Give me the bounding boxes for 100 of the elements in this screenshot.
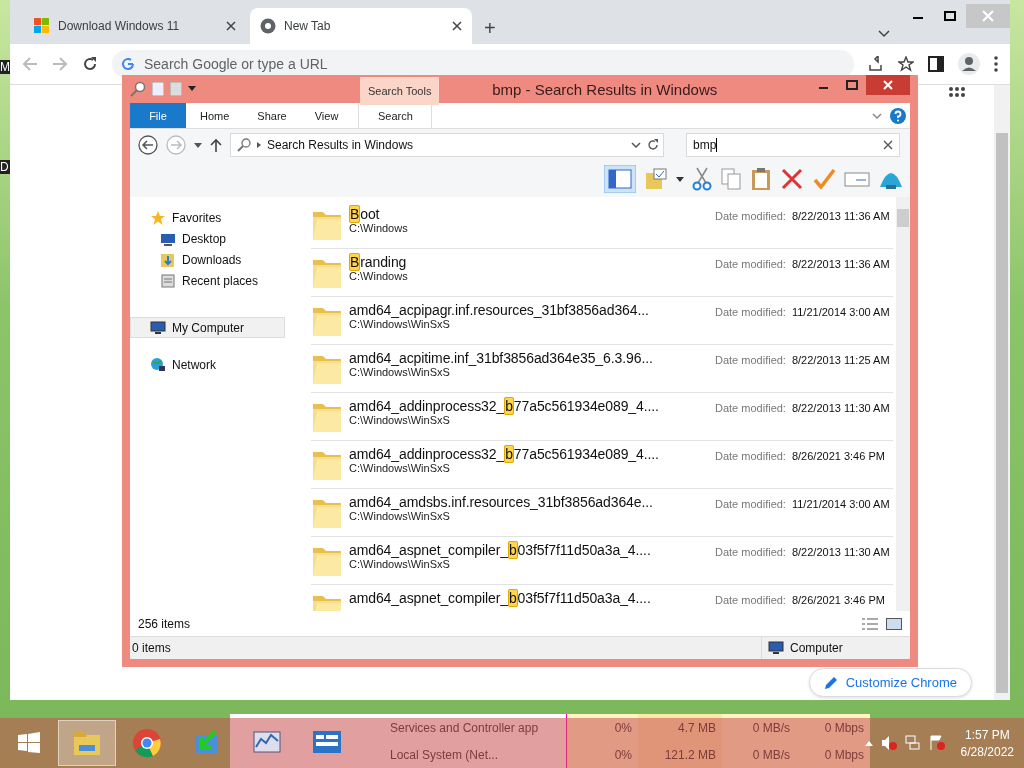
browser-tab[interactable]: Download Windows 11 xyxy=(24,8,246,44)
file-path: C:\Windows\WinSxS xyxy=(349,414,451,427)
dropdown-icon[interactable] xyxy=(631,142,641,148)
ribbon-tab[interactable]: Share xyxy=(243,103,301,128)
file-path: C:\Windows\WinSxS xyxy=(349,366,451,379)
tab-title: New Tab xyxy=(284,19,332,33)
navigation-item[interactable]: Recent places xyxy=(130,270,285,291)
volume-muted-icon[interactable] xyxy=(880,735,897,751)
item-count: 256 items xyxy=(138,617,191,631)
browser-tab[interactable]: New Tab xyxy=(250,8,472,44)
date-modified-label: Date modified: xyxy=(715,306,786,318)
file-name: Branding xyxy=(349,254,408,270)
cpu-cell: 0% xyxy=(566,741,638,768)
network-cell: 0 Mbps xyxy=(796,741,870,768)
file-path: C:\Windows xyxy=(349,270,409,283)
file-row[interactable]: amd64_acpipagr.inf.resources_31bf3856ad364... C:\Windows\WinSxS Date modified: 11/21/2014 3:00 AM xyxy=(311,297,893,345)
network-icon[interactable] xyxy=(904,735,921,751)
customize-chrome-button[interactable]: Customize Chrome xyxy=(808,668,972,697)
date-modified-value: 8/22/2013 11:25 AM xyxy=(791,354,890,366)
close-icon[interactable] xyxy=(452,21,462,31)
magnifier-icon xyxy=(237,138,251,152)
navigation-item[interactable]: Network xyxy=(130,354,285,375)
recent-locations-icon[interactable] xyxy=(194,142,202,148)
reload-icon[interactable] xyxy=(82,56,98,72)
contextual-ribbon-tab[interactable]: Search xyxy=(358,103,433,128)
file-row[interactable]: Branding C:\Windows Date modified: 8/22/2013 11:36 AM xyxy=(311,249,893,297)
scissors-icon[interactable] xyxy=(692,167,712,191)
new-tab-button[interactable]: + xyxy=(476,12,504,44)
file-name: Boot xyxy=(349,206,381,222)
folder-check-icon[interactable] xyxy=(644,167,668,191)
expand-ribbon-icon[interactable] xyxy=(872,112,882,119)
up-icon[interactable] xyxy=(210,138,222,152)
selected-count: 0 items xyxy=(132,641,171,655)
magnifier-icon xyxy=(130,81,146,97)
file-menu-button[interactable]: File xyxy=(130,103,186,128)
navigation-item[interactable]: Favorites xyxy=(130,207,285,228)
address-bar[interactable]: Search Results in Windows xyxy=(230,133,664,157)
chrome-logo-icon xyxy=(260,18,276,34)
close-icon[interactable] xyxy=(226,21,236,31)
file-row[interactable]: Boot C:\Windows Date modified: 8/22/2013 11:36 AM xyxy=(311,201,893,249)
file-name: amd64_aspnet_compiler_b03f5f7f11d50a3a_4.... xyxy=(349,590,652,606)
globe-icon xyxy=(150,356,166,373)
bookmark-star-icon[interactable] xyxy=(898,56,914,72)
dropdown-icon[interactable] xyxy=(878,30,890,38)
pencil-icon xyxy=(823,675,838,690)
preview-pane-icon[interactable] xyxy=(604,165,636,193)
ribbon-tab[interactable]: View xyxy=(300,103,353,128)
clock-date: 6/28/2022 xyxy=(960,744,1014,759)
clock-time: 1:57 PM xyxy=(964,727,1010,742)
google-logo-icon xyxy=(122,58,134,70)
date-modified-label: Date modified: xyxy=(715,594,786,606)
computer-icon xyxy=(768,640,784,656)
search-field[interactable]: bmp xyxy=(686,133,900,157)
navigation-item[interactable]: My Computer xyxy=(130,317,285,338)
navigation-item[interactable]: Desktop xyxy=(130,228,285,249)
help-icon[interactable] xyxy=(890,107,906,124)
process-name: Services and Controller app xyxy=(389,720,540,735)
date-modified-value: 8/22/2013 11:30 AM xyxy=(791,546,890,558)
date-modified-value: 11/21/2014 3:00 AM xyxy=(791,498,890,510)
date-modified-label: Date modified: xyxy=(715,498,786,510)
disk-cell: 0 MB/s xyxy=(722,741,796,768)
windows-logo-icon[interactable] xyxy=(18,732,40,754)
date-modified-value: 8/26/2021 3:46 PM xyxy=(791,450,885,462)
large-icons-view-icon[interactable] xyxy=(886,618,902,630)
checkmark-icon[interactable] xyxy=(812,167,836,191)
back-icon[interactable] xyxy=(138,135,158,155)
document-icon xyxy=(160,272,176,289)
clipboard-icon[interactable] xyxy=(750,167,772,191)
ribbon-tab[interactable]: Home xyxy=(186,103,244,128)
maximize-icon[interactable] xyxy=(846,80,858,90)
delete-icon[interactable] xyxy=(780,167,804,191)
file-path: C:\Windows\WinSxS xyxy=(349,510,451,523)
navigation-item[interactable]: Downloads xyxy=(130,249,285,270)
location-label: Computer xyxy=(790,641,843,655)
refresh-icon[interactable] xyxy=(647,139,659,151)
cpu-cell: 0% xyxy=(566,714,638,741)
file-name: amd64_acpipagr.inf.resources_31bf3856ad364... xyxy=(349,302,650,318)
chevron-right-icon xyxy=(257,142,261,148)
address-bar[interactable]: Search Google or type a URL xyxy=(112,50,854,78)
side-panel-icon[interactable] xyxy=(928,56,944,72)
clear-icon[interactable] xyxy=(883,140,893,150)
flag-icon[interactable] xyxy=(928,735,945,751)
date-modified-value: 8/22/2013 11:36 AM xyxy=(791,258,890,270)
file-path: C:\Windows\WinSxS xyxy=(349,462,451,475)
maximize-icon[interactable] xyxy=(944,11,956,21)
chevron-up-icon[interactable] xyxy=(864,740,873,746)
profile-icon[interactable] xyxy=(958,53,980,75)
dropdown-icon[interactable] xyxy=(676,176,684,182)
share-icon[interactable] xyxy=(868,56,884,72)
file-row[interactable]: amd64_aspnet_compiler_b03f5f7f11d50a3a_4.... C:\Windows\WinSxS Date modified: 8/22/2013 11:30 AM xyxy=(311,537,893,585)
file-row[interactable]: amd64_amdsbs.inf.resources_31bf3856ad364e... C:\Windows\WinSxS Date modified: 11/21/2014 3:00 AM xyxy=(311,489,893,537)
network-cell: 0 Mbps xyxy=(796,714,870,741)
apps-grid-icon[interactable] xyxy=(948,87,966,97)
address-placeholder: Search Google or type a URL xyxy=(144,56,328,72)
date-modified-value: 8/22/2013 11:30 AM xyxy=(791,402,890,414)
process-name: Local System (Net... xyxy=(389,747,500,762)
star-icon xyxy=(150,209,166,226)
file-row[interactable]: amd64_acpitime.inf_31bf3856ad364e35_6.3.96... C:\Windows\WinSxS Date modified: 8/22/2013 11:25 AM xyxy=(311,345,893,393)
more-menu-icon[interactable] xyxy=(994,56,998,72)
date-modified-label: Date modified: xyxy=(715,402,786,414)
